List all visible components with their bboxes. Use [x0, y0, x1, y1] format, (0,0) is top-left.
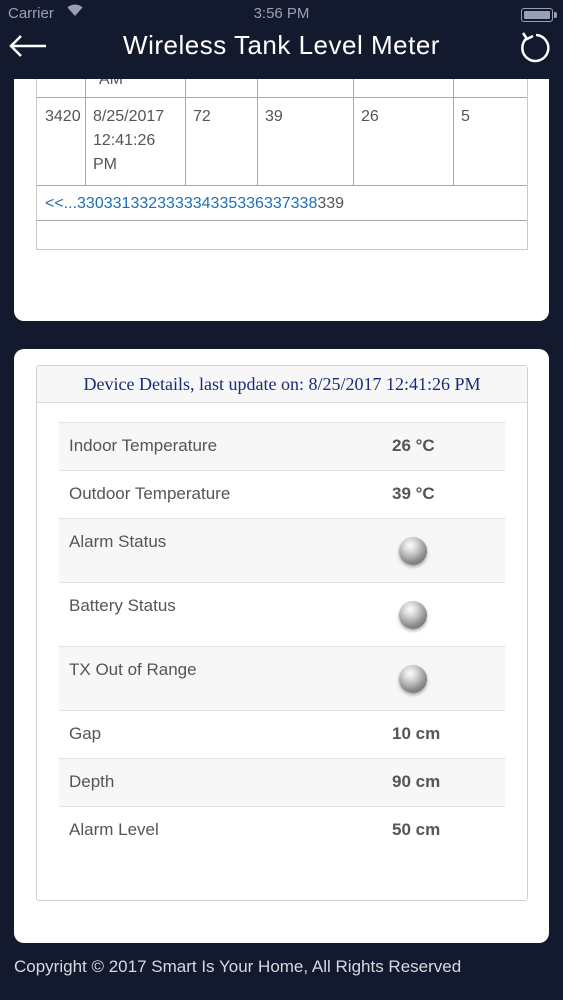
device-details-card: Device Details, last update on: 8/25/201… [14, 349, 549, 943]
pager-current: 339 [317, 195, 345, 212]
row-value: 90 cm [392, 772, 441, 791]
pager-page-335[interactable]: 335 [211, 195, 238, 212]
cell-value-4: 5 [461, 108, 470, 125]
pager-first[interactable]: <<... [45, 195, 77, 212]
device-details-header: Device Details, last update on: 8/25/201… [37, 366, 527, 403]
row-value: 26 °C [392, 436, 435, 455]
row-label: Gap [69, 724, 102, 743]
row-label: TX Out of Range [69, 660, 197, 679]
cell-value-1: 72 [185, 97, 258, 185]
row-tx-out-of-range: TX Out of Range [59, 646, 505, 710]
row-label: Outdoor Temperature [69, 484, 231, 503]
row-value: 10 cm [392, 724, 441, 743]
row-battery-status: Battery Status [59, 582, 505, 646]
previous-row-am: AM [99, 79, 123, 88]
device-details-panel: Device Details, last update on: 8/25/201… [36, 365, 528, 901]
pager-page-330[interactable]: 330 [77, 195, 104, 212]
cell-value-3: 26 [353, 97, 454, 185]
row-indoor-temperature: Indoor Temperature 26 °C [59, 422, 505, 470]
refresh-icon[interactable] [517, 29, 555, 67]
pager-page-333[interactable]: 333 [157, 195, 184, 212]
row-gap: Gap 10 cm [59, 710, 505, 758]
battery-status-indicator-icon [399, 601, 427, 629]
history-table: AM 3420 8/25/2017 12:41:26 PM 72 39 26 5… [36, 79, 528, 250]
status-time: 3:56 PM [253, 5, 310, 22]
pager-page-334[interactable]: 334 [184, 195, 211, 212]
row-label: Alarm Level [69, 820, 159, 839]
tx-range-indicator-icon [399, 665, 427, 693]
pager-page-332[interactable]: 332 [130, 195, 157, 212]
row-outdoor-temperature: Outdoor Temperature 39 °C [59, 470, 505, 518]
previous-row-fragment: AM [37, 79, 527, 98]
row-depth: Depth 90 cm [59, 758, 505, 806]
row-label: Indoor Temperature [69, 436, 218, 455]
history-card: AM 3420 8/25/2017 12:41:26 PM 72 39 26 5… [14, 79, 549, 321]
nav-bar: Wireless Tank Level Meter [0, 22, 563, 78]
row-value: 50 cm [392, 820, 441, 839]
row-alarm-status: Alarm Status [59, 518, 505, 582]
pager-page-338[interactable]: 338 [291, 195, 318, 212]
battery-icon [521, 8, 557, 22]
row-label: Alarm Status [69, 532, 167, 551]
row-label: Depth [69, 772, 115, 791]
device-details-table: Indoor Temperature 26 °C Outdoor Tempera… [59, 422, 505, 854]
footer-copyright: Copyright © 2017 Smart Is Your Home, All… [14, 957, 462, 976]
pager-page-337[interactable]: 337 [264, 195, 291, 212]
pager-page-336[interactable]: 336 [237, 195, 264, 212]
cell-value-2: 39 [257, 97, 354, 185]
pagination: <<...330331332333334335336337338339 [37, 185, 527, 221]
page-title: Wireless Tank Level Meter [123, 30, 440, 60]
table-row: 3420 8/25/2017 12:41:26 PM 72 39 26 5 [37, 97, 527, 185]
row-alarm-level: Alarm Level 50 cm [59, 806, 505, 854]
cell-date: 8/25/2017 12:41:26 PM [85, 97, 186, 185]
row-label: Battery Status [69, 596, 176, 615]
pager-page-331[interactable]: 331 [104, 195, 131, 212]
alarm-status-indicator-icon [399, 537, 427, 565]
row-value: 39 °C [392, 484, 435, 503]
cell-id: 3420 [37, 97, 86, 185]
